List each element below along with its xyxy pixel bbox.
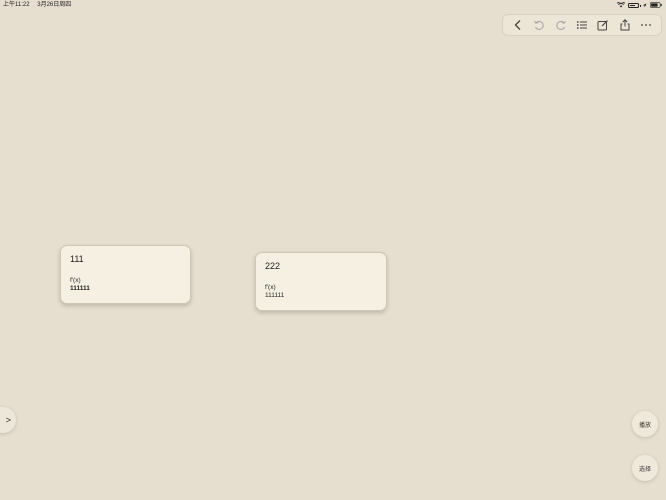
- card-value: 111111: [265, 292, 285, 299]
- edit-button[interactable]: [594, 16, 612, 34]
- list-button[interactable]: [573, 16, 591, 34]
- status-left: 上午11:22 3月26日周四: [3, 0, 77, 10]
- more-icon: [641, 24, 652, 26]
- list-icon: [576, 21, 587, 29]
- card-title: 222: [265, 261, 281, 271]
- edit-icon: [597, 20, 609, 31]
- play-button[interactable]: 播放: [632, 411, 658, 437]
- card-formula: f'(x): [70, 277, 81, 284]
- select-button[interactable]: 选择: [632, 455, 658, 481]
- battery-icon: [628, 2, 641, 8]
- toolbar: [502, 14, 662, 36]
- status-date: 3月26日周四: [37, 2, 72, 8]
- redo-button[interactable]: [552, 16, 570, 34]
- more-button[interactable]: [637, 16, 655, 34]
- chevron-right-icon: >: [5, 415, 11, 425]
- select-button-label: 选择: [638, 466, 651, 473]
- play-button-label: 播放: [638, 422, 651, 429]
- share-button[interactable]: [616, 16, 634, 34]
- card-formula: f'(x): [265, 284, 276, 291]
- note-card[interactable]: 111 f'(x) 111111: [60, 245, 191, 304]
- back-button[interactable]: [509, 16, 527, 34]
- status-right: [617, 0, 662, 10]
- share-icon: [620, 19, 630, 31]
- note-card[interactable]: 222 f'(x) 111111: [255, 252, 387, 311]
- undo-button[interactable]: [530, 16, 548, 34]
- battery-level-icon: [650, 2, 662, 8]
- wifi-icon: [617, 2, 625, 8]
- back-icon: [514, 20, 521, 30]
- status-time: 上午11:22: [3, 2, 30, 8]
- redo-icon: [555, 20, 566, 30]
- card-title: 111: [70, 254, 84, 264]
- location-icon: [642, 3, 647, 7]
- status-bar: 上午11:22 3月26日周四: [0, 0, 666, 10]
- card-value: 111111: [70, 285, 90, 292]
- sidebar-toggle-button[interactable]: >: [0, 407, 16, 433]
- undo-icon: [534, 20, 544, 30]
